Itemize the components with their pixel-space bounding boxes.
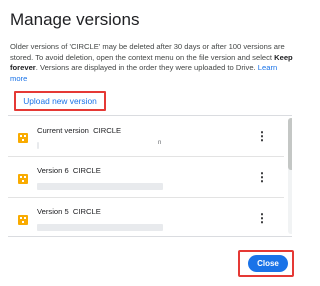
version-name: Current version CIRCLE [37,126,121,135]
version-meta-placeholder [37,183,163,190]
description-text-1: Older versions of 'CIRCLE' may be delete… [10,42,285,62]
upload-new-version-button[interactable]: Upload new version [17,93,103,109]
version-row-6[interactable]: Version 6 CIRCLE ⋮ [8,157,284,198]
file-icon [18,133,28,143]
more-options-icon[interactable]: ⋮ [256,211,268,225]
version-file-name: CIRCLE [72,207,101,216]
version-row-5[interactable]: Version 5 CIRCLE ⋮ [8,198,284,236]
close-button[interactable]: Close [248,255,288,272]
version-file-name: CIRCLE [93,126,122,135]
version-label: Current version [37,126,89,135]
version-meta-text: n [158,140,162,146]
version-name: Version 5 CIRCLE [37,207,101,216]
version-label: Version 5 [37,207,69,216]
version-meta-placeholder [37,224,163,231]
more-options-icon[interactable]: ⋮ [256,129,268,143]
file-icon [18,174,28,184]
versions-list: Current version CIRCLE n ⋮ Version 6 CIR… [8,115,292,237]
version-file-name: CIRCLE [72,166,101,175]
scrollbar[interactable] [288,118,292,234]
version-meta-placeholder [37,142,39,149]
version-label: Version 6 [37,166,69,175]
description-text-2: . Versions are displayed in the order th… [35,63,258,73]
dialog-description: Older versions of 'CIRCLE' may be delete… [10,42,294,84]
scrollbar-thumb[interactable] [288,118,292,170]
manage-versions-dialog: Manage versions Older versions of 'CIRCL… [0,0,300,286]
version-name: Version 6 CIRCLE [37,166,101,175]
file-icon [18,215,28,225]
dialog-title: Manage versions [10,10,140,29]
more-options-icon[interactable]: ⋮ [256,170,268,184]
version-row-current[interactable]: Current version CIRCLE n ⋮ [8,116,284,157]
